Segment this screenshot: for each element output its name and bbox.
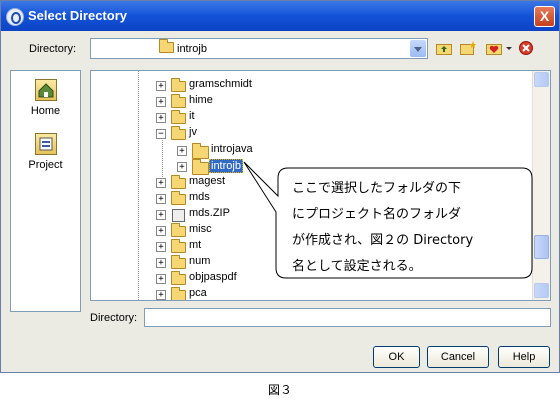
tree-node-label: mt	[189, 239, 202, 251]
folder-icon	[192, 159, 209, 175]
project-icon	[34, 133, 57, 155]
expand-icon[interactable]: +	[156, 274, 166, 284]
window-title: Select Directory	[28, 8, 127, 23]
expand-icon[interactable]: +	[156, 290, 166, 300]
tree-node-label: introjb	[209, 159, 243, 173]
delete-icon[interactable]	[518, 41, 534, 55]
tree-node-label: hime	[189, 94, 213, 106]
folder-icon	[171, 223, 186, 237]
tree-node-label: num	[189, 255, 211, 267]
callout-line: ここで選択したフォルダの下	[292, 181, 462, 196]
sidebar-item-label: Home	[30, 105, 61, 117]
figure-caption: 図３	[267, 383, 292, 397]
scroll-up-button[interactable]	[534, 72, 549, 87]
expand-icon[interactable]: +	[156, 258, 166, 268]
ok-button[interactable]: OK	[373, 346, 420, 368]
folder-icon	[171, 110, 186, 124]
callout-line: 名として設定される。	[292, 259, 422, 274]
collapse-icon[interactable]: −	[156, 129, 166, 139]
callout-line: にプロジェクト名のフォルダ	[292, 207, 462, 222]
directory-combo-value: introjb	[177, 43, 207, 55]
tree-node-label: pca	[189, 287, 207, 299]
expand-icon[interactable]: +	[156, 226, 166, 236]
app-icon	[6, 8, 24, 26]
tree-node-label: mds	[189, 191, 210, 203]
expand-icon[interactable]: +	[156, 178, 166, 188]
folder-icon	[171, 78, 186, 92]
expand-icon[interactable]: +	[156, 81, 166, 91]
expand-icon[interactable]: +	[177, 146, 187, 156]
sidebar-item-label: Project	[28, 159, 63, 171]
favorites-folder-icon[interactable]	[486, 41, 502, 55]
close-button[interactable]: X	[534, 6, 555, 27]
favorites-dropdown-icon[interactable]	[505, 41, 513, 55]
home-icon	[34, 79, 57, 101]
expand-icon[interactable]: +	[156, 97, 166, 107]
sidebar-item-project[interactable]: Project	[11, 133, 80, 171]
expand-icon[interactable]: +	[156, 194, 166, 204]
folder-icon	[159, 39, 174, 53]
folder-icon	[171, 94, 186, 108]
folder-icon	[171, 191, 186, 205]
folder-icon	[171, 239, 186, 253]
new-folder-icon[interactable]	[460, 41, 476, 55]
title-bar[interactable]: Select Directory X	[1, 1, 559, 31]
up-folder-icon[interactable]	[436, 41, 452, 55]
tree-node-label: jv	[189, 126, 197, 138]
expand-icon[interactable]: +	[156, 113, 166, 123]
callout-text: ここで選択したフォルダの下 にプロジェクト名のフォルダ が作成され、図２の Di…	[292, 176, 527, 280]
scroll-down-button[interactable]	[534, 283, 549, 298]
directory-field[interactable]	[144, 308, 551, 327]
folder-icon	[171, 287, 186, 300]
callout-line: が作成され、図２の Directory	[292, 233, 474, 248]
sidebar-item-home[interactable]: Home	[11, 79, 80, 117]
expand-icon[interactable]: +	[177, 162, 187, 172]
folder-icon	[192, 143, 209, 159]
folder-icon	[171, 255, 186, 269]
zip-file-icon	[172, 209, 185, 222]
directory-label: Directory:	[29, 43, 77, 55]
folder-icon	[171, 126, 186, 140]
chevron-down-icon[interactable]	[410, 40, 426, 57]
cancel-button[interactable]: Cancel	[427, 346, 489, 368]
tree-node-label: it	[189, 110, 195, 122]
places-sidebar: Home Project	[10, 70, 81, 312]
help-button[interactable]: Help	[498, 346, 550, 368]
tree-node-label: objpaspdf	[189, 271, 237, 283]
expand-icon[interactable]: +	[156, 242, 166, 252]
folder-icon	[171, 271, 186, 285]
tree-node-label: misc	[189, 223, 212, 235]
tree-node-label: magest	[189, 175, 226, 187]
vertical-scrollbar[interactable]	[532, 71, 550, 300]
scroll-thumb[interactable]	[534, 235, 549, 259]
directory-combo[interactable]: introjb	[90, 38, 428, 59]
tree-node-label: introjava	[211, 143, 253, 155]
expand-icon[interactable]: +	[156, 210, 166, 220]
folder-icon	[171, 175, 186, 189]
directory-field-label: Directory:	[90, 312, 138, 324]
tree-node-label: mds.ZIP	[189, 207, 230, 219]
tree-node-label: gramschmidt	[189, 78, 252, 90]
